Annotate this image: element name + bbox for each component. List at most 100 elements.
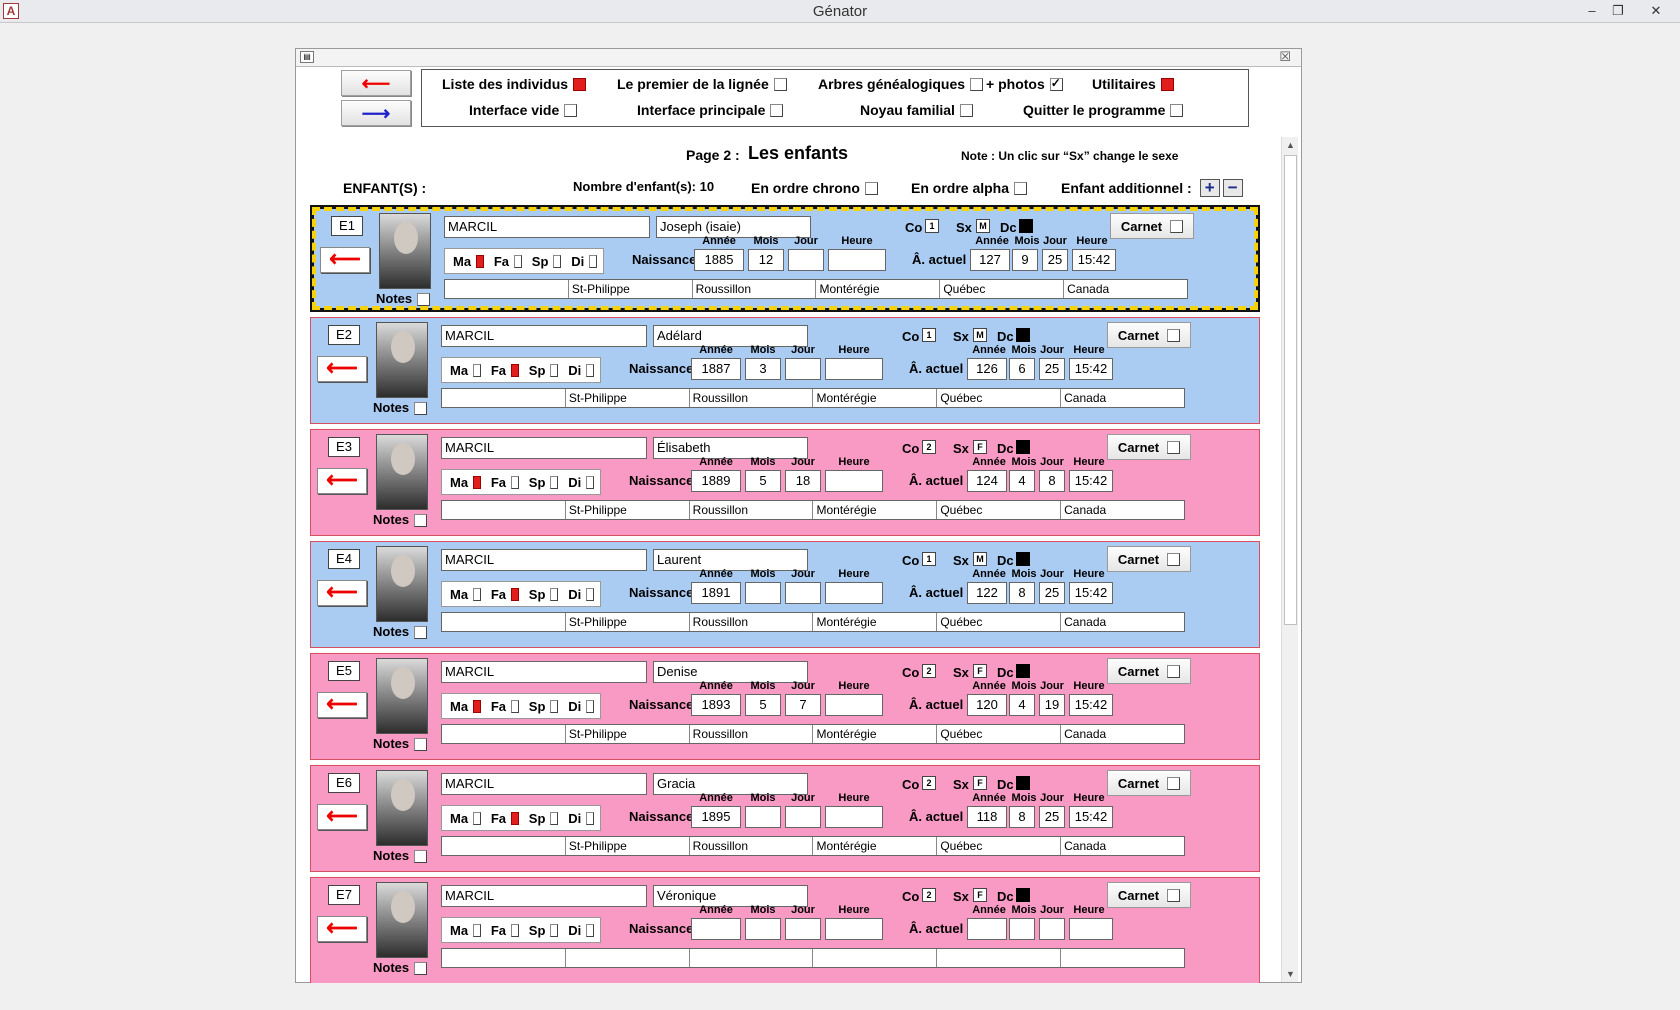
- age-month-field[interactable]: 4: [1009, 470, 1035, 492]
- carnet-checkbox[interactable]: [1167, 888, 1181, 902]
- place-field[interactable]: St-Philippe: [564, 389, 689, 407]
- menu-noyau-familial[interactable]: Noyau familial: [860, 102, 973, 118]
- back-button[interactable]: ⟵: [341, 70, 411, 96]
- co-value[interactable]: 2: [922, 888, 936, 902]
- sp-checkbox[interactable]: [550, 923, 559, 937]
- sp-checkbox[interactable]: [550, 363, 559, 377]
- menu-arbres[interactable]: Arbres généalogiques + photos: [818, 76, 1063, 92]
- close-window-button[interactable]: ✕: [1644, 1, 1668, 21]
- birth-hour-field[interactable]: [825, 694, 883, 716]
- deceased-checkbox[interactable]: [1016, 552, 1030, 566]
- age-year-field[interactable]: 126: [967, 358, 1007, 380]
- child-photo[interactable]: [379, 213, 431, 289]
- carnet-button[interactable]: Carnet: [1107, 434, 1191, 460]
- scroll-down-icon[interactable]: ▼: [1282, 966, 1299, 982]
- child-photo[interactable]: [376, 434, 428, 510]
- place-field[interactable]: Québec: [939, 280, 1063, 298]
- birth-day-field[interactable]: [785, 918, 821, 940]
- menu-quitter[interactable]: Quitter le programme: [1023, 102, 1184, 118]
- child-photo[interactable]: [376, 658, 428, 734]
- carnet-button[interactable]: Carnet: [1107, 882, 1191, 908]
- menu-checkbox[interactable]: [1160, 77, 1174, 91]
- sort-alpha-checkbox[interactable]: [1014, 181, 1028, 195]
- fa-checkbox[interactable]: [511, 699, 519, 713]
- place-field[interactable]: Montérégie: [812, 389, 936, 407]
- place-field[interactable]: Québec: [936, 613, 1060, 631]
- di-checkbox[interactable]: [586, 363, 594, 377]
- notes-checkbox[interactable]: [414, 962, 428, 976]
- fa-checkbox[interactable]: [511, 363, 519, 377]
- place-field[interactable]: St-Philippe: [564, 725, 689, 743]
- place-field[interactable]: Montérégie: [812, 501, 936, 519]
- birth-year-field[interactable]: [691, 918, 741, 940]
- co-value[interactable]: 1: [922, 328, 936, 342]
- menu-interface-principale[interactable]: Interface principale: [637, 102, 784, 118]
- vertical-scrollbar[interactable]: ▲ ▼: [1281, 137, 1298, 982]
- birth-year-field[interactable]: 1895: [691, 806, 741, 828]
- sex-value[interactable]: F: [973, 664, 987, 678]
- birth-month-field[interactable]: 3: [745, 358, 781, 380]
- age-hour-field[interactable]: 15:42: [1069, 470, 1113, 492]
- ma-checkbox[interactable]: [473, 587, 481, 601]
- go-to-child-button[interactable]: ⟵: [320, 247, 370, 273]
- place-field[interactable]: Roussillon: [691, 280, 816, 298]
- child-photo[interactable]: [376, 882, 428, 958]
- deceased-checkbox[interactable]: [1016, 776, 1030, 790]
- age-hour-field[interactable]: [1069, 918, 1113, 940]
- place-field[interactable]: St-Philippe: [567, 280, 692, 298]
- place-field[interactable]: Roussillon: [688, 389, 813, 407]
- notes-toggle[interactable]: Notes: [373, 512, 428, 528]
- place-field[interactable]: [442, 501, 565, 519]
- notes-toggle[interactable]: Notes: [373, 624, 428, 640]
- fa-checkbox[interactable]: [511, 587, 519, 601]
- birth-year-field[interactable]: 1885: [694, 249, 744, 271]
- go-to-child-button[interactable]: ⟵: [317, 356, 367, 382]
- sort-chrono-checkbox[interactable]: [864, 181, 878, 195]
- surname-field[interactable]: MARCIL: [441, 549, 647, 571]
- scroll-up-icon[interactable]: ▲: [1282, 137, 1299, 153]
- birth-year-field[interactable]: 1891: [691, 582, 741, 604]
- menu-interface-vide[interactable]: Interface vide: [469, 102, 578, 118]
- place-field[interactable]: [442, 949, 565, 967]
- carnet-checkbox[interactable]: [1167, 776, 1181, 790]
- carnet-checkbox[interactable]: [1170, 219, 1184, 233]
- carnet-button[interactable]: Carnet: [1107, 658, 1191, 684]
- age-day-field[interactable]: 25: [1042, 249, 1068, 271]
- go-to-child-button[interactable]: ⟵: [317, 580, 367, 606]
- sex-value[interactable]: M: [973, 552, 987, 566]
- age-hour-field[interactable]: 15:42: [1069, 806, 1113, 828]
- birth-month-field[interactable]: 12: [748, 249, 784, 271]
- surname-field[interactable]: MARCIL: [441, 437, 647, 459]
- place-field[interactable]: Canada: [1060, 501, 1184, 519]
- surname-field[interactable]: MARCIL: [444, 216, 650, 238]
- place-field[interactable]: Montérégie: [815, 280, 939, 298]
- birth-month-field[interactable]: [745, 918, 781, 940]
- age-year-field[interactable]: 118: [967, 806, 1007, 828]
- age-day-field[interactable]: 19: [1039, 694, 1065, 716]
- di-checkbox[interactable]: [586, 475, 594, 489]
- carnet-button[interactable]: Carnet: [1107, 322, 1191, 348]
- age-day-field[interactable]: 25: [1039, 806, 1065, 828]
- place-field[interactable]: Canada: [1060, 837, 1184, 855]
- place-field[interactable]: [442, 389, 565, 407]
- carnet-button[interactable]: Carnet: [1110, 213, 1194, 239]
- notes-checkbox[interactable]: [414, 626, 428, 640]
- birth-hour-field[interactable]: [828, 249, 886, 271]
- scroll-thumb[interactable]: [1284, 155, 1297, 625]
- sex-value[interactable]: M: [973, 328, 987, 342]
- place-field[interactable]: Québec: [936, 389, 1060, 407]
- sx-label[interactable]: Sx: [953, 553, 969, 568]
- ma-checkbox[interactable]: [473, 811, 481, 825]
- sx-label[interactable]: Sx: [953, 777, 969, 792]
- age-hour-field[interactable]: 15:42: [1069, 694, 1113, 716]
- fa-checkbox[interactable]: [511, 923, 519, 937]
- birth-hour-field[interactable]: [825, 806, 883, 828]
- notes-checkbox[interactable]: [414, 514, 428, 528]
- surname-field[interactable]: MARCIL: [441, 661, 647, 683]
- birth-day-field[interactable]: [785, 582, 821, 604]
- menu-checkbox[interactable]: [573, 77, 587, 91]
- place-field[interactable]: [1060, 949, 1184, 967]
- ma-checkbox[interactable]: [473, 699, 481, 713]
- birth-day-field[interactable]: 18: [785, 470, 821, 492]
- sort-alpha[interactable]: En ordre alpha: [911, 180, 1028, 196]
